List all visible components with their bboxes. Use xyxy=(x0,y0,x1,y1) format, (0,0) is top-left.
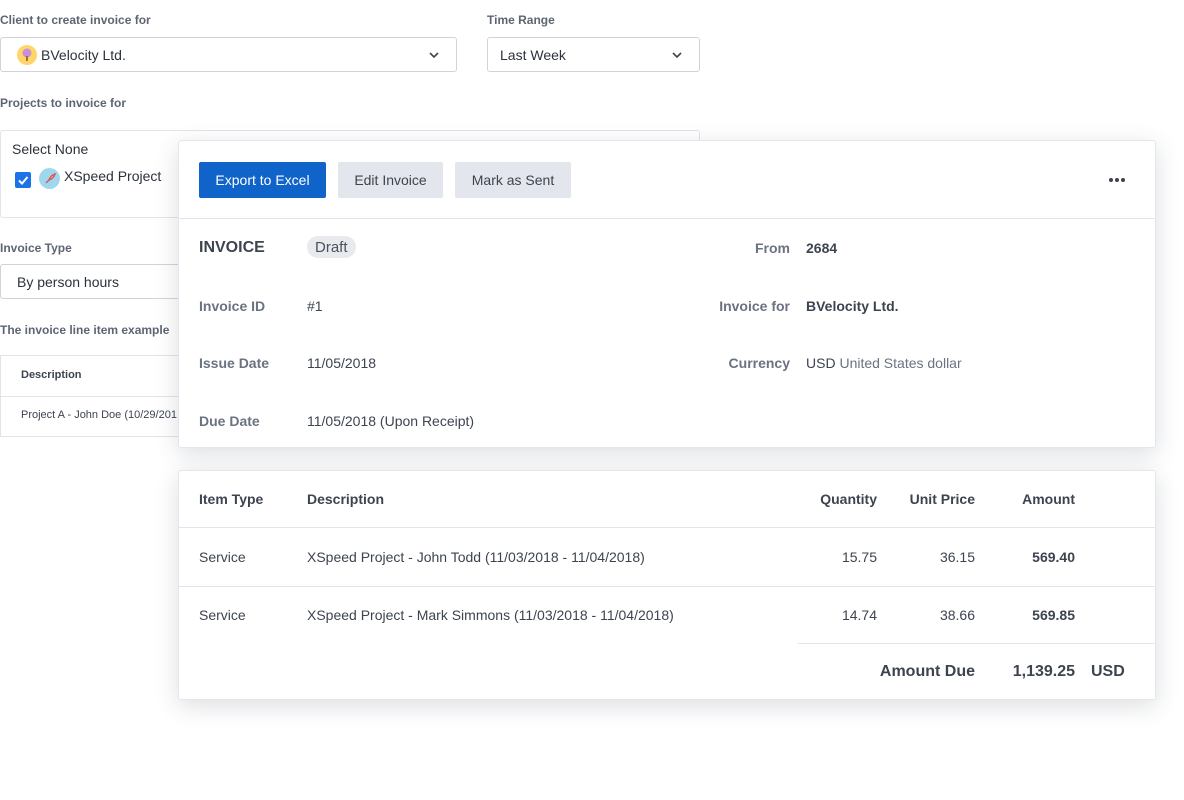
project-name[interactable]: XSpeed Project xyxy=(64,168,161,184)
issue-date-label: Issue Date xyxy=(199,355,270,371)
row-1-unit-price: 36.15 xyxy=(939,549,975,565)
invoice-type-value: By person hours xyxy=(17,273,119,290)
edit-invoice-button[interactable]: Edit Invoice xyxy=(338,162,443,198)
row-1-item-type: Service xyxy=(199,549,246,565)
more-horizontal-icon[interactable] xyxy=(1109,178,1125,182)
client-tree-icon xyxy=(17,44,37,65)
invoice-items-table: Item Type Description Quantity Unit Pric… xyxy=(178,470,1156,700)
divider xyxy=(179,586,1155,587)
amount-due-label: Amount Due xyxy=(879,663,975,680)
due-date-value: 11/05/2018 (Upon Receipt) xyxy=(307,413,475,429)
check-icon xyxy=(18,176,29,185)
time-range-value: Last Week xyxy=(500,46,566,63)
issue-date-value: 11/05/2018 xyxy=(307,355,377,371)
client-select-value: BVelocity Ltd. xyxy=(41,46,126,63)
row-2-amount: 569.85 xyxy=(1032,607,1075,623)
invoice-for-label: Invoice for xyxy=(719,298,790,314)
time-range-select[interactable]: Last Week xyxy=(487,37,700,72)
amount-due-currency: USD xyxy=(1091,663,1125,680)
row-1-description: XSpeed Project - John Todd (11/03/2018 -… xyxy=(307,549,645,565)
divider xyxy=(179,527,1155,528)
chevron-down-icon xyxy=(672,52,682,59)
row-1-quantity: 15.75 xyxy=(841,549,877,565)
invoice-for-value: BVelocity Ltd. xyxy=(806,298,899,314)
row-2-description: XSpeed Project - Mark Simmons (11/03/201… xyxy=(307,607,674,623)
example-header: Description xyxy=(21,369,82,381)
description-header: Description xyxy=(307,491,385,507)
currency-code: USD xyxy=(806,355,836,371)
quantity-header: Quantity xyxy=(820,491,877,507)
row-2-item-type: Service xyxy=(199,607,246,623)
currency-name: United States dollar xyxy=(839,355,962,371)
from-label: From xyxy=(755,240,790,256)
client-select[interactable]: BVelocity Ltd. xyxy=(0,37,457,72)
currency-value: USD United States dollar xyxy=(806,355,962,371)
divider xyxy=(179,218,1155,219)
chevron-down-icon xyxy=(429,52,439,59)
line-item-example-label: The invoice line item example xyxy=(0,323,170,337)
from-value: 2684 xyxy=(806,240,838,256)
invoice-id-label: Invoice ID xyxy=(199,298,266,314)
unit-price-header: Unit Price xyxy=(909,491,975,507)
project-checkbox[interactable] xyxy=(15,172,31,188)
mark-as-sent-button[interactable]: Mark as Sent xyxy=(455,162,571,198)
invoice-card: Export to Excel Edit Invoice Mark as Sen… xyxy=(178,140,1156,448)
row-2-quantity: 14.74 xyxy=(841,607,877,623)
row-2-unit-price: 38.66 xyxy=(939,607,975,623)
status-badge: Draft xyxy=(307,236,356,258)
project-rocket-icon xyxy=(39,168,60,189)
invoice-id-value: #1 xyxy=(307,298,323,314)
item-type-header: Item Type xyxy=(199,491,264,507)
currency-label: Currency xyxy=(728,355,790,371)
row-1-amount: 569.40 xyxy=(1032,549,1075,565)
select-none-link[interactable]: Select None xyxy=(12,141,88,157)
client-label: Client to create invoice for xyxy=(0,13,151,27)
projects-label: Projects to invoice for xyxy=(0,96,127,110)
time-range-label: Time Range xyxy=(487,13,555,27)
divider xyxy=(798,643,1155,644)
invoice-type-label: Invoice Type xyxy=(0,241,72,255)
due-date-label: Due Date xyxy=(199,413,260,429)
example-row: Project A - John Doe (10/29/201 xyxy=(21,409,177,421)
export-to-excel-button[interactable]: Export to Excel xyxy=(199,162,326,198)
amount-due-value: 1,139.25 xyxy=(1012,663,1075,680)
invoice-title: INVOICE xyxy=(199,239,265,256)
amount-header: Amount xyxy=(1022,491,1075,507)
